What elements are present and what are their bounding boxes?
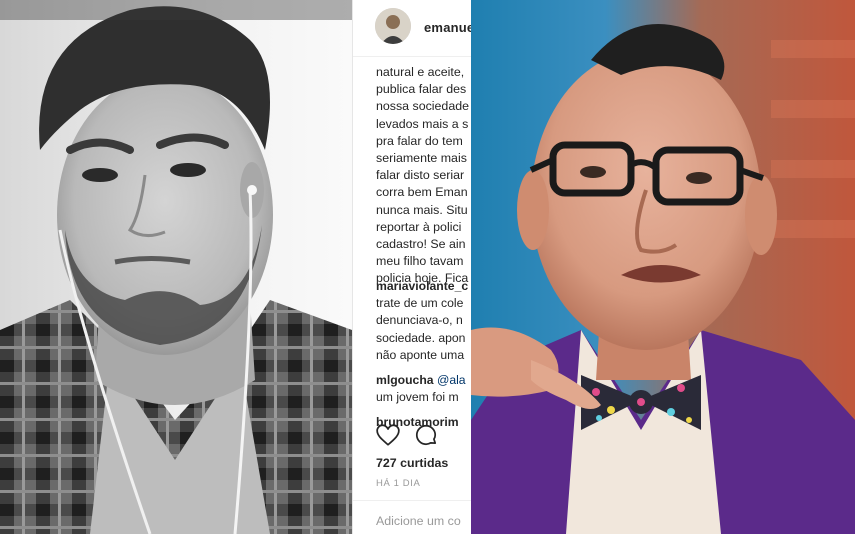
- caption-line: falar disto seriar: [376, 168, 465, 183]
- divider: [353, 500, 472, 501]
- caption-line: corra bem Eman: [376, 185, 468, 200]
- post-caption: natural e aceite, publica falar des noss…: [376, 64, 472, 287]
- comment-mention[interactable]: @ala: [437, 373, 466, 387]
- post-username[interactable]: emanue: [424, 20, 472, 35]
- comment-text: não aponte uma: [376, 347, 465, 362]
- heart-outline-icon[interactable]: [375, 422, 401, 448]
- comment-text: um jovem foi m: [376, 390, 459, 405]
- comment-text: denunciava-o, n: [376, 313, 463, 328]
- speaker-photo: [471, 0, 855, 534]
- comment-list: mariaviolante_c trate de um cole denunci…: [376, 278, 472, 432]
- caption-line: levados mais a s: [376, 116, 469, 131]
- add-comment-input[interactable]: [376, 514, 472, 528]
- caption-line: nunca mais. Situ: [376, 202, 468, 217]
- composite-image: emanue natural e aceite, publica falar d…: [0, 0, 855, 534]
- caption-line: reportar à polici: [376, 219, 462, 234]
- caption-line: seriamente mais: [376, 150, 467, 165]
- caption-line: meu filho tavam: [376, 254, 464, 269]
- post-actions: [375, 422, 472, 450]
- like-count[interactable]: 727 curtidas: [376, 456, 448, 470]
- caption-line: cadastro! Se ain: [376, 236, 466, 251]
- comment-item: mlgoucha @ala um jovem foi m: [376, 372, 472, 406]
- instagram-post-panel: emanue natural e aceite, publica falar d…: [352, 0, 472, 534]
- caption-line: natural e aceite,: [376, 65, 465, 79]
- comment-item: mariaviolante_c trate de um cole denunci…: [376, 278, 472, 364]
- caption-line: publica falar des: [376, 82, 467, 97]
- comment-text: trate de um cole: [376, 296, 464, 311]
- post-header: emanue: [353, 0, 472, 57]
- post-timestamp: HÁ 1 DIA: [376, 478, 421, 489]
- caption-line: pra falar do tem: [376, 133, 463, 148]
- speech-bubble-icon[interactable]: [413, 422, 439, 448]
- avatar[interactable]: [375, 8, 411, 44]
- comment-username[interactable]: mlgoucha: [376, 373, 434, 387]
- caption-line: nossa sociedade: [376, 99, 469, 114]
- comment-text: sociedade. apon: [376, 330, 466, 345]
- comment-username[interactable]: mariaviolante_c: [376, 279, 468, 293]
- selfie-photo: [0, 0, 352, 534]
